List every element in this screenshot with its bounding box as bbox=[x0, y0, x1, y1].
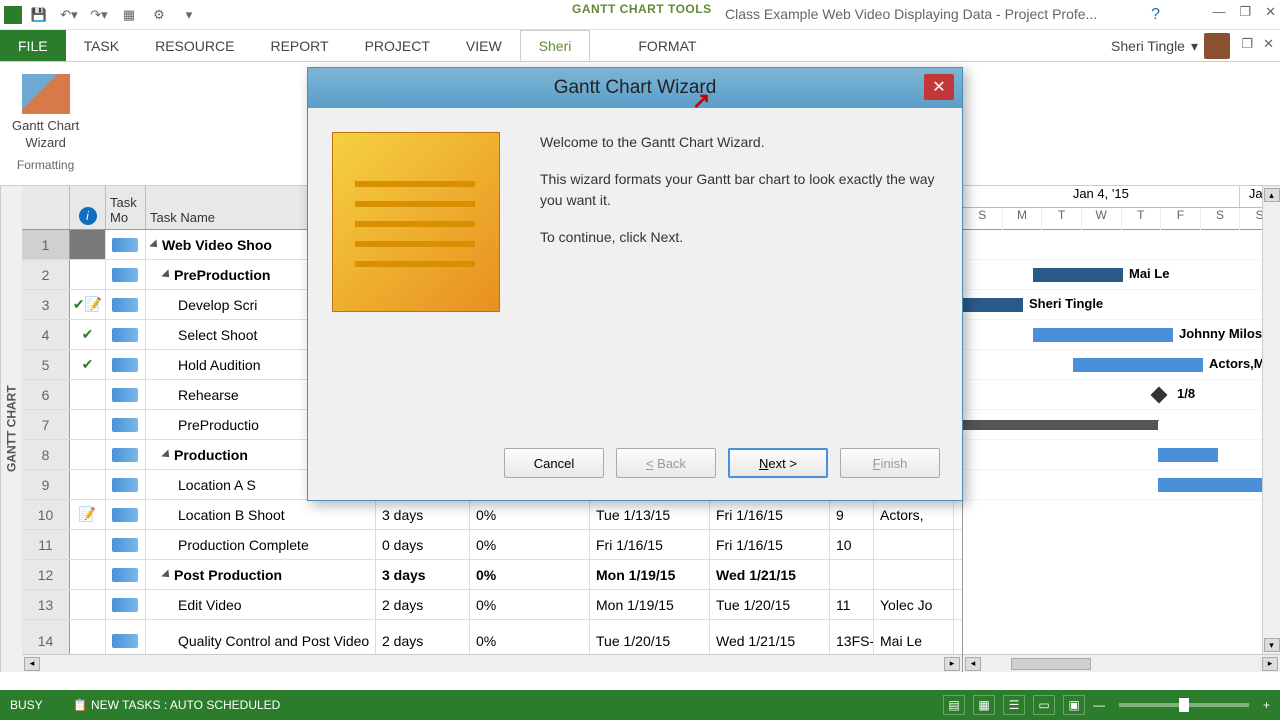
zoom-slider[interactable] bbox=[1119, 703, 1249, 707]
table-row[interactable]: 13Edit Video2 days0%Mon 1/19/15Tue 1/20/… bbox=[22, 590, 962, 620]
gantt-bar[interactable]: Actors,Ma bbox=[1073, 358, 1203, 372]
dialog-titlebar[interactable]: Gantt Chart Wizard ✕ bbox=[308, 68, 962, 108]
tab-format[interactable]: FORMAT bbox=[620, 30, 714, 61]
status-busy: BUSY bbox=[10, 698, 43, 712]
table-row[interactable]: 10📝Location B Shoot3 days0%Tue 1/13/15Fr… bbox=[22, 500, 962, 530]
titlebar: 💾 ↶▾ ↷▾ ▦ ⚙ ▾ GANTT CHART TOOLS Class Ex… bbox=[0, 0, 1280, 30]
view-report-icon[interactable]: ▣ bbox=[1063, 695, 1085, 715]
dialog-close-button[interactable]: ✕ bbox=[924, 74, 954, 100]
scroll-down-icon: ▾ bbox=[1264, 638, 1280, 652]
gantt-chart: Jan 4, '15 Jan SMTWTFSS Mai LeSheri Ting… bbox=[962, 186, 1280, 672]
vertical-scrollbar[interactable]: ▴ ▾ bbox=[1262, 186, 1280, 654]
restore-icon[interactable]: ❐ bbox=[1239, 4, 1251, 20]
horizontal-scrollbar[interactable]: ◂ ▸ bbox=[963, 654, 1280, 672]
qat-icon[interactable]: ▦ bbox=[118, 4, 140, 26]
customize-qat-icon[interactable]: ▾ bbox=[178, 4, 200, 26]
info-icon: i bbox=[79, 207, 97, 225]
col-task-mode[interactable]: Task Mo bbox=[106, 186, 146, 229]
timescale-week: Jan 4, '15 bbox=[963, 186, 1240, 207]
gantt-bar[interactable]: Mai Le bbox=[1033, 268, 1123, 282]
zoom-out-icon[interactable]: — bbox=[1093, 698, 1105, 712]
gantt-bars[interactable]: Mai Le Sheri Tingle Johnny Milosevic Actors… bbox=[963, 230, 1280, 500]
tab-sheri[interactable]: Sheri bbox=[520, 30, 591, 61]
window-controls: — ❐ ✕ bbox=[1212, 4, 1276, 20]
day-label: M bbox=[1003, 208, 1043, 230]
user-account[interactable]: Sheri Tingle▾ bbox=[1111, 33, 1230, 59]
tab-resource[interactable]: RESOURCE bbox=[137, 30, 252, 61]
ribbon-close-icon[interactable]: ✕ bbox=[1263, 36, 1274, 52]
ribbon-group-formatting: Gantt ChartWizard Formatting bbox=[4, 66, 87, 181]
gantt-wizard-button[interactable]: Gantt ChartWizard bbox=[12, 118, 79, 152]
qat-icon-2[interactable]: ⚙ bbox=[148, 4, 170, 26]
minimize-icon[interactable]: — bbox=[1212, 4, 1225, 20]
ribbon-restore-icon[interactable]: ❐ bbox=[1241, 36, 1253, 52]
grid-horizontal-scrollbar[interactable]: ◂ ▸ bbox=[22, 654, 962, 672]
view-task-usage-icon[interactable]: ▦ bbox=[973, 695, 995, 715]
avatar bbox=[1204, 33, 1230, 59]
close-icon[interactable]: ✕ bbox=[1265, 4, 1276, 20]
gantt-wizard-dialog: Gantt Chart Wizard ✕ Welcome to the Gant… bbox=[307, 67, 963, 501]
undo-icon[interactable]: ↶▾ bbox=[58, 4, 80, 26]
statusbar: BUSY 📋 NEW TASKS : AUTO SCHEDULED ▤ ▦ ☰ … bbox=[0, 690, 1280, 720]
view-team-planner-icon[interactable]: ☰ bbox=[1003, 695, 1025, 715]
table-row[interactable]: 12Post Production3 days0%Mon 1/19/15Wed … bbox=[22, 560, 962, 590]
tab-file[interactable]: FILE bbox=[0, 30, 66, 61]
gantt-bar[interactable] bbox=[1158, 448, 1218, 462]
view-label[interactable]: GANTT CHART bbox=[0, 186, 22, 672]
gantt-bar[interactable] bbox=[963, 420, 1158, 430]
gantt-bar[interactable]: Johnny Milosevic bbox=[1033, 328, 1173, 342]
milestone-marker[interactable] bbox=[1151, 387, 1168, 404]
day-label: T bbox=[1042, 208, 1082, 230]
ribbon-tabs: FILE TASK RESOURCE REPORT PROJECT VIEW S… bbox=[0, 30, 1280, 62]
ribbon-group-label: Formatting bbox=[12, 158, 79, 172]
day-label: W bbox=[1082, 208, 1122, 230]
zoom-in-icon[interactable]: + bbox=[1263, 698, 1270, 712]
gantt-timescale[interactable]: Jan 4, '15 Jan SMTWTFSS bbox=[963, 186, 1280, 230]
scroll-right-icon: ▸ bbox=[944, 657, 960, 671]
back-button: < Back bbox=[616, 448, 716, 478]
scroll-up-icon: ▴ bbox=[1264, 188, 1280, 202]
tab-task[interactable]: TASK bbox=[66, 30, 138, 61]
scroll-left-icon: ◂ bbox=[24, 657, 40, 671]
quick-access-toolbar: 💾 ↶▾ ↷▾ ▦ ⚙ ▾ bbox=[28, 4, 200, 26]
tab-report[interactable]: REPORT bbox=[252, 30, 346, 61]
gantt-bar[interactable]: Sheri Tingle bbox=[963, 298, 1023, 312]
app-icon bbox=[4, 6, 22, 24]
user-name: Sheri Tingle bbox=[1111, 38, 1185, 54]
scroll-left-icon: ◂ bbox=[965, 657, 981, 671]
view-gantt-icon[interactable]: ▤ bbox=[943, 695, 965, 715]
col-indicators[interactable]: i bbox=[70, 186, 106, 229]
help-icon[interactable]: ? bbox=[1151, 6, 1160, 24]
day-label: S bbox=[1201, 208, 1241, 230]
contextual-tab-label: GANTT CHART TOOLS bbox=[572, 2, 712, 16]
next-button[interactable]: Next > bbox=[728, 448, 828, 478]
day-label: S bbox=[963, 208, 1003, 230]
day-label: F bbox=[1161, 208, 1201, 230]
finish-button: Finish bbox=[840, 448, 940, 478]
redo-icon[interactable]: ↷▾ bbox=[88, 4, 110, 26]
wizard-text: Welcome to the Gantt Chart Wizard. This … bbox=[540, 132, 938, 424]
dialog-title: Gantt Chart Wizard bbox=[554, 77, 717, 99]
scroll-right-icon: ▸ bbox=[1262, 657, 1278, 671]
col-id[interactable] bbox=[22, 186, 70, 229]
gantt-bar[interactable] bbox=[1158, 478, 1278, 492]
save-icon[interactable]: 💾 bbox=[28, 4, 50, 26]
document-title: Class Example Web Video Displaying Data … bbox=[725, 6, 1097, 22]
table-row[interactable]: 11Production Complete0 days0%Fri 1/16/15… bbox=[22, 530, 962, 560]
day-label: T bbox=[1122, 208, 1162, 230]
gantt-wizard-icon[interactable] bbox=[22, 74, 70, 114]
status-auto-schedule[interactable]: 📋 NEW TASKS : AUTO SCHEDULED bbox=[73, 698, 281, 712]
tab-view[interactable]: VIEW bbox=[448, 30, 520, 61]
cancel-button[interactable]: Cancel bbox=[504, 448, 604, 478]
wizard-illustration bbox=[332, 132, 500, 312]
tab-project[interactable]: PROJECT bbox=[347, 30, 448, 61]
view-resource-sheet-icon[interactable]: ▭ bbox=[1033, 695, 1055, 715]
